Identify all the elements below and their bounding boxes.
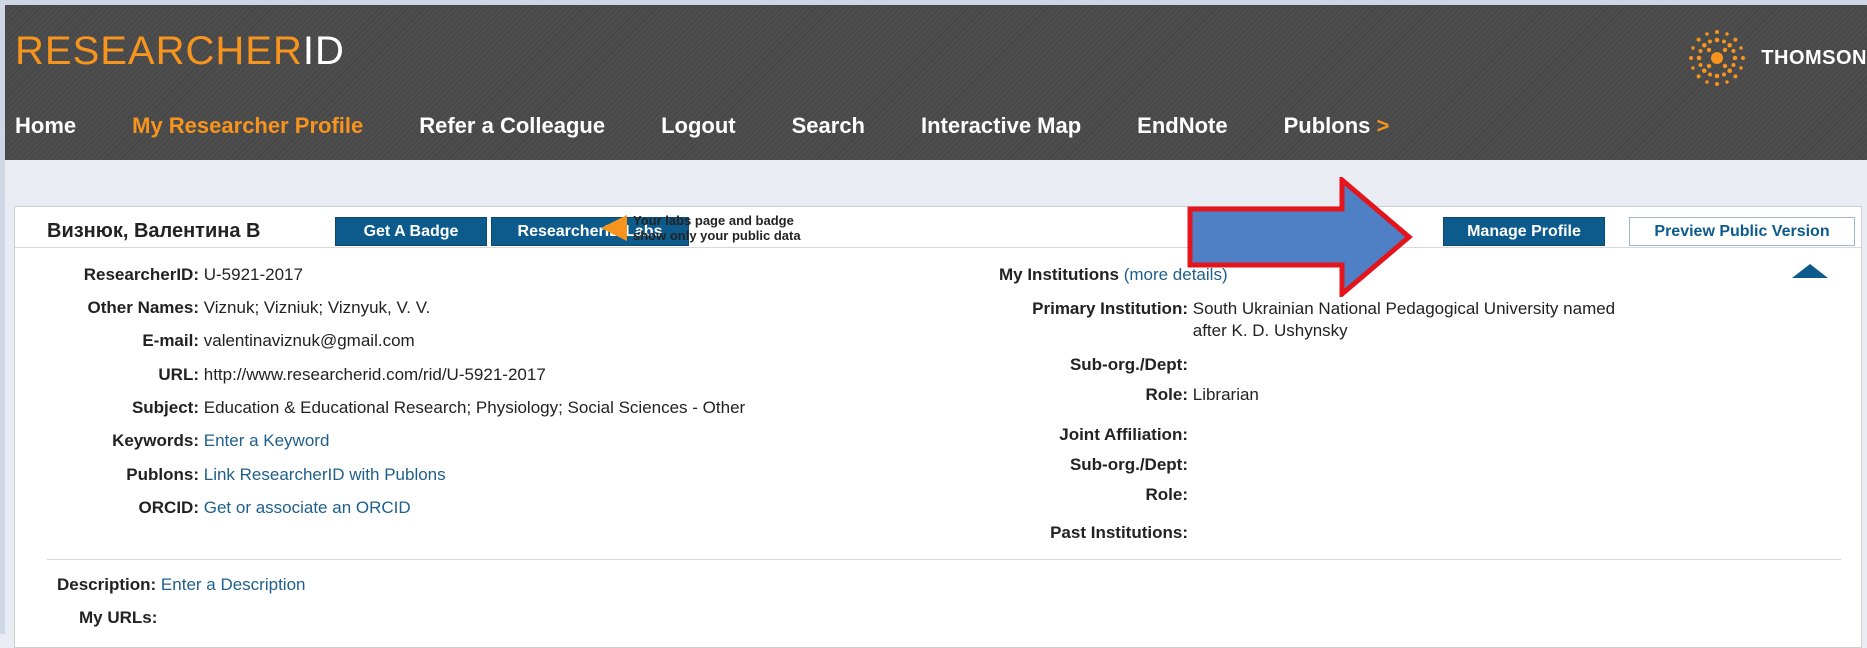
get-badge-button[interactable]: Get A Badge [335, 217, 487, 246]
nav-logout[interactable]: Logout [661, 113, 736, 139]
thomson-sun-icon [1689, 30, 1746, 86]
role-row: Role: Librarian [1145, 385, 1259, 404]
arrow-left-icon [601, 215, 627, 241]
nav-publons[interactable]: Publons > [1284, 113, 1390, 139]
researcher-id-value: U-5921-2017 [203, 265, 303, 284]
collapse-toggle-icon[interactable] [1792, 264, 1828, 278]
manage-profile-button[interactable]: Manage Profile [1443, 217, 1605, 246]
description-row: Description: Enter a Description [57, 575, 306, 594]
joint-affiliation-row: Joint Affiliation: [1059, 425, 1188, 444]
researcher-id-row: ResearcherID: U-5921-2017 [83, 265, 303, 284]
person-name: Визнюк, Валентина В [47, 220, 261, 242]
email-value: valentinaviznuk@gmail.com [203, 331, 415, 350]
nav-publons-label: Publons [1283, 113, 1371, 138]
nav-interactive-map[interactable]: Interactive Map [921, 113, 1081, 139]
main-nav: Home My Researcher Profile Refer a Colle… [15, 113, 1389, 139]
my-urls-row: My URLs: [79, 608, 158, 627]
thomson-brand: THOMSON [1685, 27, 1867, 89]
publons-row: Publons: Link ResearcherID with Publons [126, 465, 446, 484]
past-institutions-row: Past Institutions: [1050, 523, 1188, 542]
nav-home[interactable]: Home [15, 113, 76, 139]
enter-description-link[interactable]: Enter a Description [161, 575, 306, 594]
nav-my-researcher-profile[interactable]: My Researcher Profile [132, 113, 363, 139]
url-row: URL: http://www.researcherid.com/rid/U-5… [158, 365, 546, 384]
annotation-arrow-icon [1187, 177, 1413, 297]
nav-search[interactable]: Search [792, 113, 865, 139]
site-header: RESEARCHERID THOMSON Home My Researcher … [5, 5, 1867, 160]
keywords-row: Keywords: Enter a Keyword [112, 431, 330, 450]
profile-name-bar: Визнюк, Валентина В Get A Badge Research… [15, 207, 1861, 248]
primary-institution-row: Primary Institution: South Ukrainian Nat… [1032, 299, 1616, 340]
primary-institution-value: South Ukrainian National Pedagogical Uni… [1192, 299, 1616, 340]
other-names-row: Other Names: Viznuk; Vizniuk; Viznyuk, V… [87, 298, 431, 317]
subject-value: Education & Educational Research; Physio… [203, 398, 746, 417]
profile-panel: Визнюк, Валентина В Get A Badge Research… [14, 206, 1862, 648]
joint-sub-org-row: Sub-org./Dept: [1069, 455, 1188, 474]
researcherid-logo[interactable]: RESEARCHERID [15, 29, 345, 74]
preview-public-version-button[interactable]: Preview Public Version [1629, 217, 1855, 246]
url-value: http://www.researcherid.com/rid/U-5921-2… [203, 365, 546, 384]
brand-text: THOMSON [1761, 46, 1867, 69]
role-value: Librarian [1192, 385, 1259, 404]
orcid-link[interactable]: Get or associate an ORCID [204, 498, 411, 517]
other-names-value: Viznuk; Vizniuk; Viznyuk, V. V. [203, 298, 431, 317]
email-row: E-mail: valentinaviznuk@gmail.com [142, 331, 415, 350]
subject-row: Subject: Education & Educational Researc… [131, 398, 746, 417]
nav-refer-colleague[interactable]: Refer a Colleague [419, 113, 605, 139]
labs-note-text: Your labs page and badge show only your … [633, 213, 801, 243]
labs-note: Your labs page and badge show only your … [601, 213, 801, 243]
chevron-right-icon: > [1376, 113, 1390, 138]
joint-role-row: Role: [1145, 485, 1189, 504]
orcid-row: ORCID: Get or associate an ORCID [138, 498, 411, 517]
enter-keyword-link[interactable]: Enter a Keyword [204, 431, 330, 450]
section-divider [47, 559, 1841, 560]
link-publons-link[interactable]: Link ResearcherID with Publons [204, 465, 446, 484]
sub-org-row: Sub-org./Dept: [1069, 355, 1188, 374]
nav-endnote[interactable]: EndNote [1137, 113, 1227, 139]
